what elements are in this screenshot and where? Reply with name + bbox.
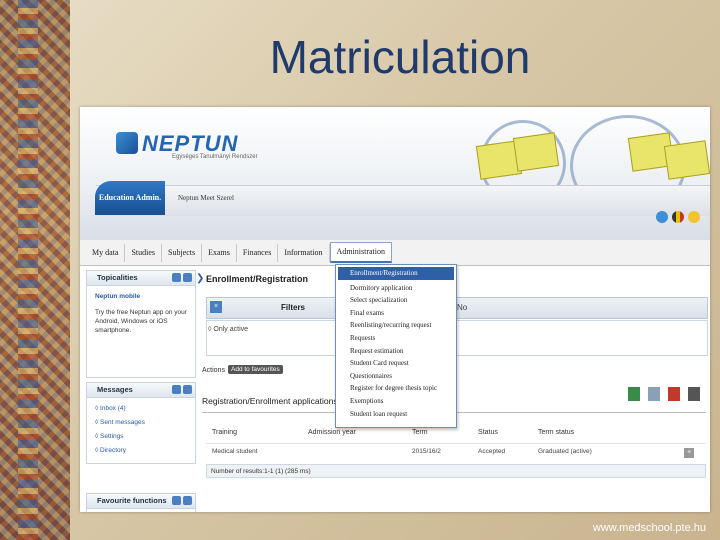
col-term[interactable]: Term [412, 429, 478, 436]
nav-exams[interactable]: Exams [202, 243, 237, 262]
menu-final-exams[interactable]: Final exams [336, 307, 456, 320]
neptun-logo-icon [116, 132, 138, 154]
radiation-icon[interactable] [688, 211, 700, 223]
close-icon[interactable] [183, 273, 192, 282]
divider [206, 443, 706, 444]
help-icon[interactable] [688, 387, 700, 401]
menu-enrollment-registration[interactable]: Enrollment/Registration [338, 267, 454, 280]
messages-panel: Messages ◊ Inbox (4) ◊ Sent messages ◊ S… [86, 382, 196, 464]
filters-label: Filters [281, 303, 306, 312]
export-icons [628, 387, 700, 401]
menu-student-card-request[interactable]: Student Card request [336, 357, 456, 370]
col-admission-year[interactable]: Admission year [308, 429, 412, 436]
role-tab[interactable]: Education Admin. [95, 181, 165, 215]
neptun-screenshot: NEPTUN Egységes Tanulmányi Rendszer Educ… [80, 107, 710, 512]
minimize-icon[interactable] [172, 496, 181, 505]
settings-link[interactable]: ◊ Settings [95, 430, 187, 444]
col-training[interactable]: Training [212, 429, 308, 436]
menu-exemptions[interactable]: Exemptions [336, 395, 456, 408]
nav-administration[interactable]: Administration [329, 242, 392, 263]
table-header: Training Admission year Term Status Term… [212, 429, 702, 436]
flag-icon[interactable] [672, 211, 684, 223]
menu-requests[interactable]: Requests [336, 332, 456, 345]
slide-footer: www.medschool.pte.hu [592, 522, 706, 534]
nav-my-data[interactable]: My data [86, 243, 126, 262]
no-label: No [457, 303, 468, 312]
menu-student-loan-request[interactable]: Student loan request [336, 408, 456, 421]
page-title: Enrollment/Registration [206, 274, 309, 284]
topicalities-text: Try the free Neptun app on your Android,… [95, 309, 187, 334]
favourites-panel: Favourite functions [86, 493, 196, 512]
add-to-favourites-button[interactable]: Add to favourites [228, 365, 283, 374]
inbox-link[interactable]: ◊ Inbox (4) [95, 402, 187, 416]
close-icon[interactable] [183, 496, 192, 505]
minimize-icon[interactable] [172, 385, 181, 394]
menu-request-estimation[interactable]: Request estimation [336, 345, 456, 358]
pin-icon[interactable] [668, 387, 680, 401]
excel-export-icon[interactable] [628, 387, 640, 401]
administration-dropdown: Enrollment/Registration Dormitory applic… [335, 264, 457, 428]
menu-dormitory-application[interactable]: Dormitory application [336, 282, 456, 295]
result-count: Number of results:1-1 (1) (285 ms) [206, 464, 706, 478]
nav-finances[interactable]: Finances [237, 243, 279, 262]
collapse-icon[interactable]: × [210, 301, 222, 313]
favourites-title: Favourite functions [87, 494, 195, 509]
neptun-logo-subtitle: Egységes Tanulmányi Rendszer [172, 154, 258, 160]
globe-icon[interactable] [656, 211, 668, 223]
topicalities-title: Topicalities [87, 271, 195, 286]
messages-title: Messages [87, 383, 195, 398]
print-icon[interactable] [648, 387, 660, 401]
chevron-right-icon: ❯ [196, 273, 205, 284]
status-icons [656, 211, 700, 223]
minimize-icon[interactable] [172, 273, 181, 282]
menu-select-specialization[interactable]: Select specialization [336, 294, 456, 307]
menu-questionnaires[interactable]: Questionnaires [336, 370, 456, 383]
close-icon[interactable] [183, 385, 192, 394]
neptun-banner: NEPTUN Egységes Tanulmányi Rendszer Educ… [80, 107, 710, 240]
neptun-mobile-link[interactable]: Neptun mobile [95, 290, 187, 304]
filters-bar[interactable]: × Filters No [206, 297, 708, 319]
actions-label: Actions [202, 367, 225, 374]
menu-reenlisting-request[interactable]: Reenlisting/recurring request [336, 319, 456, 332]
main-nav: My data Studies Subjects Exams Finances … [80, 240, 710, 266]
directory-link[interactable]: ◊ Directory [95, 444, 187, 458]
menu-thesis-topic[interactable]: Register for degree thesis topic [336, 382, 456, 395]
col-term-status[interactable]: Term status [538, 429, 678, 436]
table-row[interactable]: Medical student 2015/16/2 Accepted Gradu… [212, 448, 702, 455]
only-active-checkbox[interactable]: ◊ Only active [208, 326, 248, 333]
topicalities-panel: Topicalities Neptun mobile Try the free … [86, 270, 196, 378]
section-title: Registration/Enrollment applications [202, 396, 338, 406]
nav-subjects[interactable]: Subjects [162, 243, 203, 262]
user-name: Neptun Meet Szerel [178, 194, 234, 202]
nav-information[interactable]: Information [278, 243, 330, 262]
col-status[interactable]: Status [478, 429, 538, 436]
filter-box [206, 320, 708, 356]
slide-title: Matriculation [269, 31, 531, 83]
nav-studies[interactable]: Studies [125, 243, 162, 262]
row-action-icon[interactable]: + [684, 448, 694, 458]
sent-messages-link[interactable]: ◊ Sent messages [95, 416, 187, 430]
